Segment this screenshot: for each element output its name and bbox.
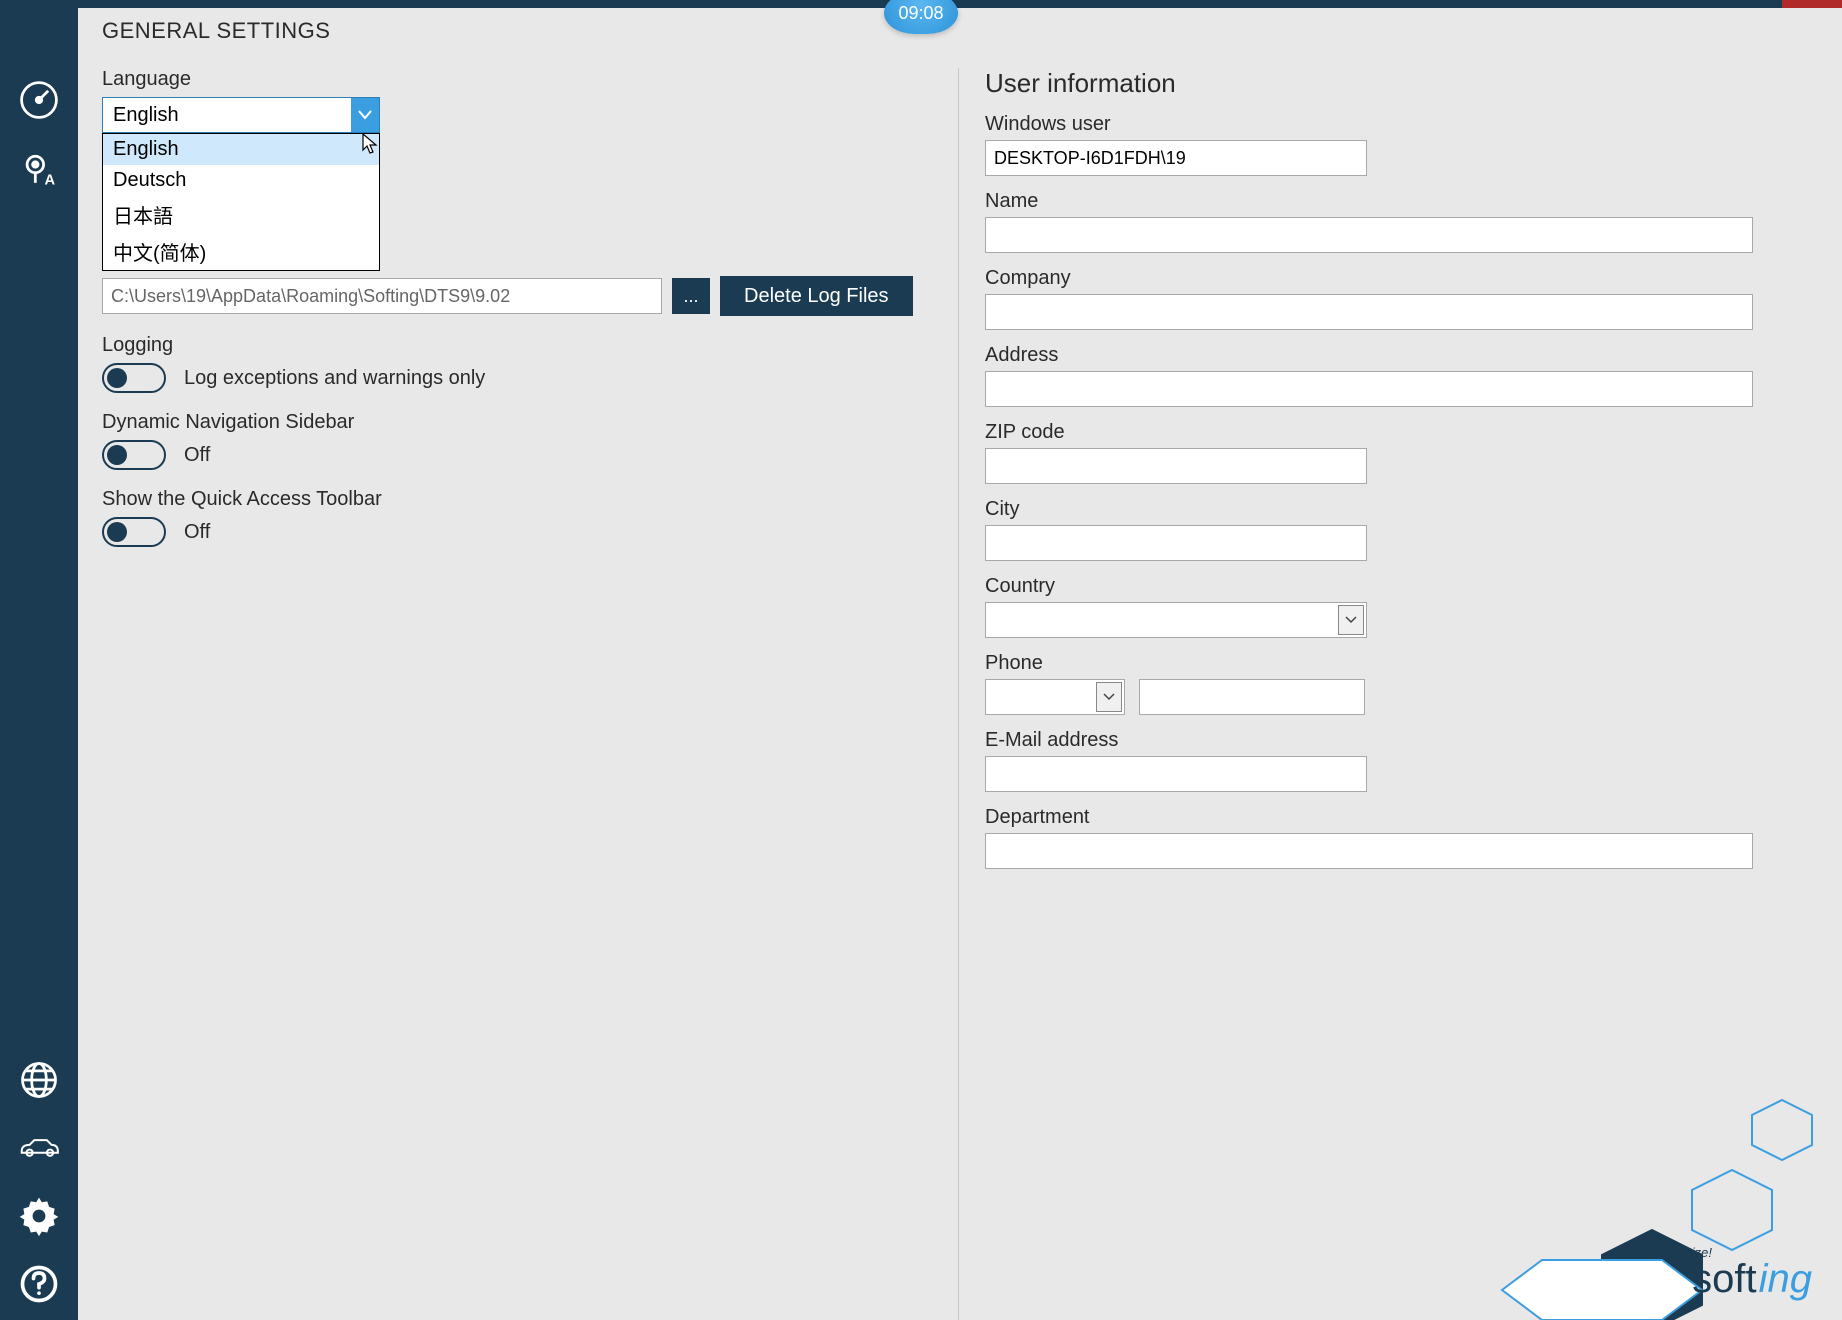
- delete-log-files-button[interactable]: Delete Log Files: [720, 276, 913, 316]
- phone-label: Phone: [985, 652, 1816, 675]
- city-input[interactable]: [985, 525, 1367, 561]
- car-icon[interactable]: [17, 1126, 61, 1170]
- logging-value: Log exceptions and warnings only: [184, 367, 485, 390]
- language-dropdown: English Deutsch 日本語 中文(简体): [102, 133, 380, 271]
- logging-toggle[interactable]: [102, 363, 166, 393]
- department-input[interactable]: [985, 833, 1753, 869]
- language-select[interactable]: English: [102, 97, 380, 133]
- country-select[interactable]: [985, 602, 1367, 638]
- chevron-down-icon: [1096, 682, 1122, 712]
- main-content: GENERAL SETTINGS Language English Englis…: [78, 0, 1842, 1320]
- lang-option-japanese[interactable]: 日本語: [103, 196, 379, 233]
- sidebar: A: [0, 0, 78, 1320]
- time-bubble: 09:08: [884, 0, 958, 34]
- country-label: Country: [985, 575, 1816, 598]
- lang-option-chinese[interactable]: 中文(简体): [103, 233, 379, 270]
- language-value: English: [113, 104, 179, 127]
- dynamic-nav-value: Off: [184, 444, 210, 467]
- windows-user-input[interactable]: [985, 140, 1367, 176]
- company-label: Company: [985, 267, 1816, 290]
- zip-label: ZIP code: [985, 421, 1816, 444]
- help-icon[interactable]: [17, 1262, 61, 1306]
- gauge-icon[interactable]: [17, 78, 61, 122]
- lang-option-deutsch[interactable]: Deutsch: [103, 165, 379, 196]
- chevron-down-icon: [1338, 605, 1364, 635]
- location-a-icon[interactable]: A: [17, 148, 61, 192]
- page-title: GENERAL SETTINGS: [102, 18, 330, 44]
- address-label: Address: [985, 344, 1816, 367]
- gear-icon[interactable]: [17, 1194, 61, 1238]
- logging-label: Logging: [102, 334, 485, 357]
- svg-text:A: A: [45, 173, 56, 189]
- language-label: Language: [102, 68, 934, 91]
- left-column: Language English English Deutsch 日本語 中文(…: [78, 68, 958, 1320]
- zip-input[interactable]: [985, 448, 1367, 484]
- city-label: City: [985, 498, 1816, 521]
- hamburger-menu-icon[interactable]: [17, 18, 61, 50]
- lang-option-english[interactable]: English: [103, 134, 379, 165]
- browse-button[interactable]: ...: [672, 278, 710, 314]
- right-column: User information Windows user Name Compa…: [958, 68, 1842, 1320]
- name-label: Name: [985, 190, 1816, 213]
- quick-toolbar-toggle[interactable]: [102, 517, 166, 547]
- quick-toolbar-label: Show the Quick Access Toolbar: [102, 488, 485, 511]
- department-label: Department: [985, 806, 1816, 829]
- quick-toolbar-value: Off: [184, 521, 210, 544]
- email-label: E-Mail address: [985, 729, 1816, 752]
- address-input[interactable]: [985, 371, 1753, 407]
- globe-icon[interactable]: [17, 1058, 61, 1102]
- user-info-title: User information: [985, 68, 1816, 99]
- phone-number-input[interactable]: [1139, 679, 1365, 715]
- dynamic-nav-label: Dynamic Navigation Sidebar: [102, 411, 485, 434]
- company-input[interactable]: [985, 294, 1753, 330]
- email-input[interactable]: [985, 756, 1367, 792]
- dropdown-toggle-icon[interactable]: [351, 98, 379, 132]
- name-input[interactable]: [985, 217, 1753, 253]
- log-path-input[interactable]: [102, 278, 662, 314]
- windows-user-label: Windows user: [985, 113, 1816, 136]
- window-close-stub[interactable]: [1782, 0, 1842, 8]
- dynamic-nav-toggle[interactable]: [102, 440, 166, 470]
- phone-prefix-select[interactable]: [985, 679, 1125, 715]
